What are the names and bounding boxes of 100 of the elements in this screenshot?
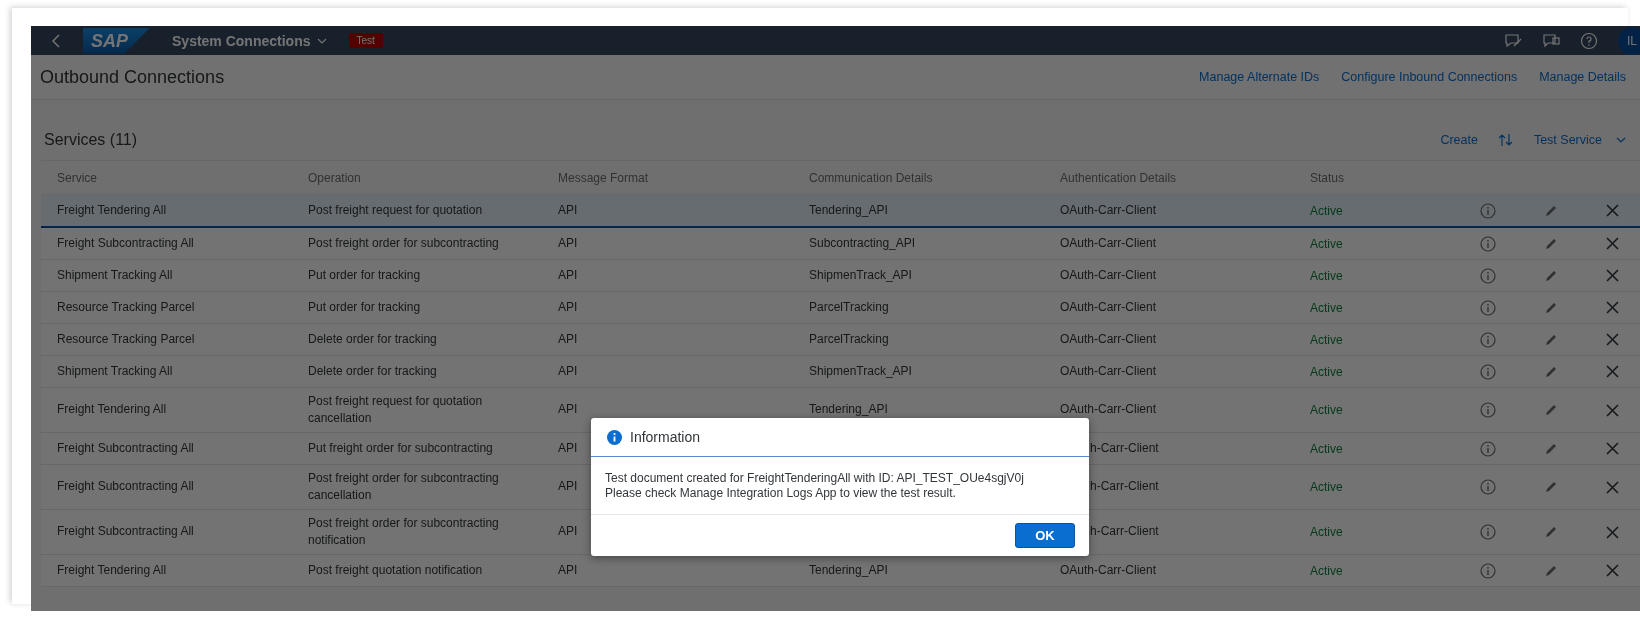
table-cell-text: API	[558, 362, 578, 380]
chevron-down-icon[interactable]	[316, 36, 327, 45]
table-cell: Freight Subcontracting All	[57, 523, 194, 541]
table-cell-text: Tendering_API	[809, 201, 888, 219]
dialog-message: Please check Manage Integration Logs App to view the test result.	[605, 486, 957, 501]
table-cell: API	[558, 401, 578, 419]
table-cell-text: OAuth-Carr-Client	[1060, 266, 1157, 284]
table-cell-text: h-Carr-Client	[1089, 439, 1159, 457]
page-title: Outbound Connections	[40, 66, 225, 88]
status-text: Active	[1310, 236, 1344, 251]
table-cell-text: Resource Tracking Parcel	[57, 298, 195, 316]
user-avatar[interactable]: IL	[1618, 26, 1640, 55]
create-link[interactable]: Create	[1440, 133, 1478, 147]
table-row[interactable]: Freight Subcontracting All Post freight order for subcontracting API Subcontracting_API OAuth-Carr-Client Active	[41, 228, 1640, 260]
chevron-down-icon	[1616, 136, 1626, 144]
status-text: Active	[1310, 332, 1344, 347]
table-cell-text: OAuth-Carr-Client	[1060, 201, 1157, 219]
table-cell-text: Freight Tendering All	[57, 201, 167, 219]
status-text: Active	[1310, 441, 1344, 456]
dialog-message: Test document created for FreightTenderingAll with ID: API_TEST_OUe4sgjV0j	[605, 471, 1025, 486]
close-icon[interactable]	[1606, 564, 1619, 577]
help-icon[interactable]	[1580, 31, 1598, 50]
table-cell-text: API	[558, 561, 578, 579]
table-cell-text: Put freight order for subcontracting	[308, 439, 493, 457]
status-text: Active	[1310, 525, 1344, 539]
info-icon[interactable]	[1480, 202, 1496, 219]
table-row[interactable]: Freight Tendering All Post freight request for quotation API Tendering_API OAuth-Carr-Client Active	[41, 195, 1640, 228]
pencil-icon[interactable]	[1543, 524, 1559, 540]
table-cell-text: Shipment Tracking All	[57, 362, 173, 380]
table-cell-text: Freight Subcontracting All	[57, 439, 194, 457]
table-cell-text: OAuth-Carr-Client	[1060, 330, 1157, 348]
table-row[interactable]: Shipment Tracking All Delete order for tracking API ShipmenTrack_API OAuth-Carr-Client Active	[41, 356, 1640, 388]
table-cell: Freight Tendering All	[57, 401, 167, 419]
status-text: Active	[1310, 268, 1344, 283]
column-header[interactable]: Service	[57, 170, 308, 185]
app-title[interactable]: System Connections	[172, 32, 311, 49]
header-link[interactable]: Manage Alternate IDs	[1199, 70, 1320, 84]
status-text: Active	[1310, 300, 1344, 315]
close-icon[interactable]	[1606, 204, 1619, 217]
close-icon[interactable]	[1606, 403, 1619, 417]
info-icon[interactable]	[1480, 363, 1496, 380]
info-icon[interactable]	[1480, 299, 1496, 316]
status-text: Active	[1310, 480, 1344, 494]
notification-icon[interactable]	[1542, 31, 1560, 50]
table-row[interactable]: Resource Tracking Parcel Put order for tracking API ParcelTracking OAuth-Carr-Client Active	[41, 292, 1640, 324]
info-icon[interactable]	[1480, 479, 1496, 495]
table-cell-text: Subcontracting_API	[809, 234, 916, 252]
test-service-menu[interactable]: Test Service	[1533, 133, 1626, 147]
table-cell-text: Put order for tracking	[308, 266, 421, 284]
header-link[interactable]: Manage Details	[1539, 70, 1626, 84]
close-icon[interactable]	[1606, 301, 1619, 314]
feedback-icon[interactable]	[1504, 31, 1522, 50]
table-cell-text: Post freight order for subcontracting cancellation	[308, 469, 500, 504]
table-cell-text: OAuth-Carr-Client	[1060, 234, 1157, 252]
table-cell-text: Post freight quotation notification	[308, 561, 483, 579]
info-icon[interactable]	[1480, 524, 1496, 540]
column-header[interactable]: Authentication Details	[1060, 170, 1310, 185]
close-icon[interactable]	[1606, 525, 1619, 539]
info-icon[interactable]	[1480, 562, 1496, 579]
table-cell-text: h-Carr-Client	[1089, 523, 1159, 541]
table-cell-text: API	[558, 266, 578, 284]
column-header[interactable]: Operation	[308, 170, 558, 185]
table-cell-text: Post freight order for subcontracting	[308, 234, 499, 252]
table-cell-text: OAuth-Carr-Client	[1060, 561, 1157, 579]
header-link[interactable]: Configure Inbound Connections	[1341, 70, 1518, 84]
pencil-icon[interactable]	[1543, 402, 1559, 418]
column-header[interactable]: Status	[1310, 170, 1470, 185]
table-cell-text: API	[558, 298, 578, 316]
close-icon[interactable]	[1606, 480, 1619, 494]
info-icon[interactable]	[1480, 235, 1496, 252]
pencil-icon[interactable]	[1543, 479, 1559, 495]
back-icon[interactable]	[51, 33, 61, 48]
table-cell: Tendering_API	[809, 401, 888, 419]
sort-icon[interactable]	[1497, 133, 1514, 147]
table-cell-text: Tendering_API	[809, 561, 888, 579]
status-text: Active	[1310, 364, 1344, 379]
close-icon[interactable]	[1606, 442, 1619, 455]
close-icon[interactable]	[1606, 237, 1619, 250]
close-icon[interactable]	[1606, 333, 1619, 346]
column-header[interactable]: Message Format	[558, 170, 809, 185]
info-icon[interactable]	[1480, 267, 1496, 284]
table-cell-text: API	[558, 330, 578, 348]
column-header[interactable]: Communication Details	[809, 170, 1060, 185]
table-cell-text: API	[558, 439, 578, 457]
close-icon[interactable]	[1606, 365, 1619, 378]
table-cell-text: Post freight request for quotation	[308, 201, 483, 219]
info-icon[interactable]	[1480, 440, 1496, 457]
table-cell-text: API	[558, 201, 578, 219]
table-cell-text: OAuth-Carr-Client	[1060, 298, 1157, 316]
ok-button[interactable]: OK	[1015, 523, 1075, 548]
info-icon[interactable]	[1480, 331, 1496, 348]
table-row[interactable]: Resource Tracking Parcel Delete order for tracking API ParcelTracking OAuth-Carr-Client Active	[41, 324, 1640, 356]
table-cell-text: Freight Tendering All	[57, 561, 167, 579]
sap-logo: SAP	[83, 27, 150, 54]
table-cell-text: Shipment Tracking All	[57, 266, 173, 284]
info-icon[interactable]	[1480, 402, 1496, 418]
table-row[interactable]: Shipment Tracking All Put order for tracking API ShipmenTrack_API OAuth-Carr-Client Active	[41, 260, 1640, 292]
table-cell-text: ShipmenTrack_API	[809, 266, 912, 284]
close-icon[interactable]	[1606, 269, 1619, 282]
table-cell: API	[558, 478, 578, 496]
